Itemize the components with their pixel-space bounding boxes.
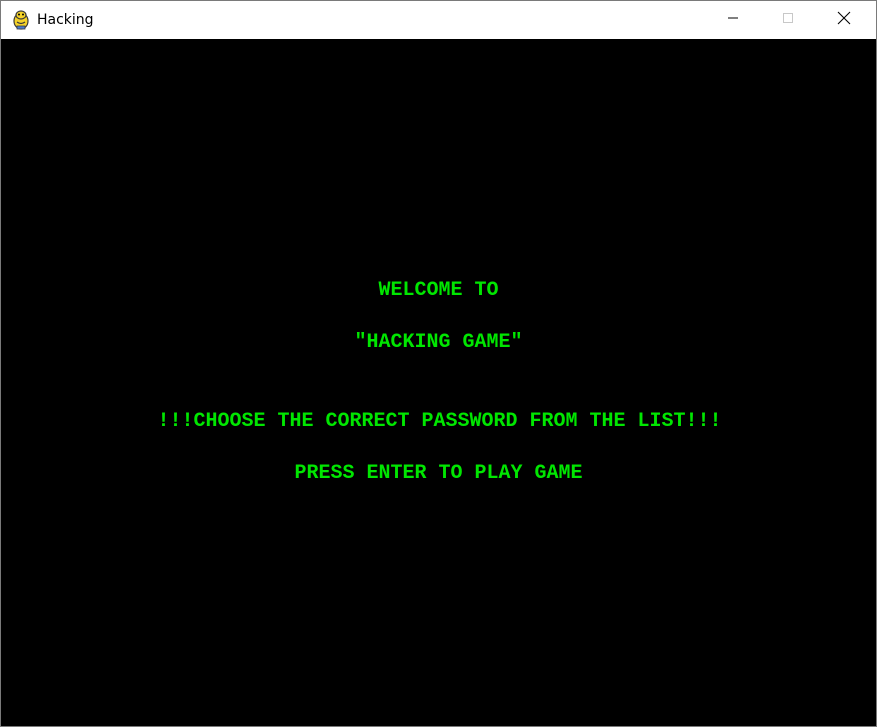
close-button[interactable] [821, 1, 866, 39]
game-title-text: "HACKING GAME" [354, 331, 523, 354]
game-window: Hacking WELCOME TO "HACKING GAME" !!!CHO… [0, 0, 877, 727]
welcome-text: WELCOME TO [378, 279, 499, 302]
window-title: Hacking [37, 12, 94, 28]
maximize-icon [782, 11, 794, 29]
close-icon [837, 11, 851, 30]
minimize-icon [727, 11, 739, 29]
press-enter-prompt: PRESS ENTER TO PLAY GAME [294, 462, 583, 485]
pygame-snake-icon [11, 9, 31, 31]
maximize-button[interactable] [765, 1, 810, 39]
game-canvas[interactable]: WELCOME TO "HACKING GAME" !!!CHOOSE THE … [1, 39, 876, 726]
minimize-button[interactable] [710, 1, 755, 39]
instruction-text: !!!CHOOSE THE CORRECT PASSWORD FROM THE … [157, 410, 722, 433]
title-bar[interactable]: Hacking [1, 1, 876, 39]
